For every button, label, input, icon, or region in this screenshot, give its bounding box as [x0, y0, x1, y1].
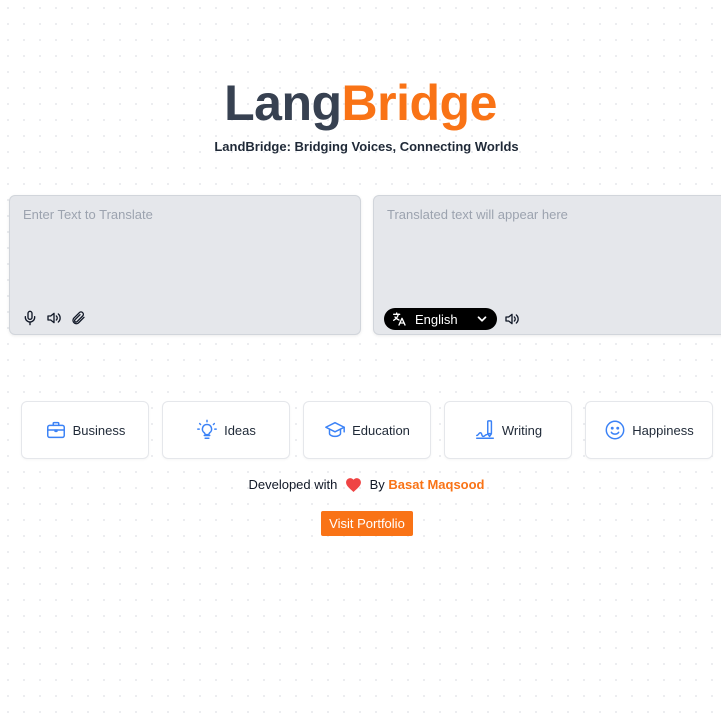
author-name[interactable]: Basat Maqsood: [388, 477, 484, 492]
category-writing[interactable]: Writing: [444, 401, 572, 459]
translated-text-area: Translated text will appear here English: [373, 195, 721, 335]
title-part-bridge: Bridge: [341, 75, 498, 131]
translated-placeholder: Translated text will appear here: [387, 207, 568, 222]
smiley-icon: [604, 419, 626, 441]
credit-prefix: Developed with: [248, 477, 338, 492]
lightbulb-icon: [196, 419, 218, 441]
speaker-icon[interactable]: [503, 310, 521, 328]
microphone-icon[interactable]: [21, 309, 39, 327]
visit-portfolio-button[interactable]: Visit Portfolio: [321, 511, 413, 536]
category-education[interactable]: Education: [303, 401, 431, 459]
chevron-down-icon: [475, 312, 489, 326]
category-label: Writing: [501, 422, 543, 438]
category-ideas[interactable]: Ideas: [162, 401, 290, 459]
paperclip-icon[interactable]: [69, 309, 87, 327]
title-part-lang: Lang: [224, 75, 342, 131]
category-business[interactable]: Business: [21, 401, 149, 459]
app-subtitle: LandBridge: Bridging Voices, Connecting …: [214, 139, 519, 154]
briefcase-icon: [45, 419, 67, 441]
heart-icon: [345, 477, 362, 495]
target-language-select[interactable]: English: [384, 308, 497, 330]
target-toolbar: English: [384, 308, 521, 330]
category-label: Education: [352, 422, 410, 438]
credit-by: By: [369, 477, 385, 492]
app-title: LangBridge: [0, 74, 721, 132]
source-toolbar: [21, 309, 87, 327]
category-label: Ideas: [224, 422, 256, 438]
category-label: Business: [72, 422, 126, 438]
category-label: Happiness: [632, 422, 694, 438]
category-happiness[interactable]: Happiness: [585, 401, 713, 459]
speaker-icon[interactable]: [45, 309, 63, 327]
source-placeholder: Enter Text to Translate: [23, 207, 153, 222]
pen-icon: [474, 419, 496, 441]
target-language-label: English: [415, 311, 458, 327]
category-list: Business Ideas Education Writing Happine…: [21, 401, 721, 459]
source-text-area[interactable]: Enter Text to Translate: [9, 195, 361, 335]
translate-icon: [391, 311, 407, 327]
graduation-cap-icon: [324, 419, 346, 441]
developer-credit: Developed with By Basat Maqsood: [0, 477, 721, 495]
